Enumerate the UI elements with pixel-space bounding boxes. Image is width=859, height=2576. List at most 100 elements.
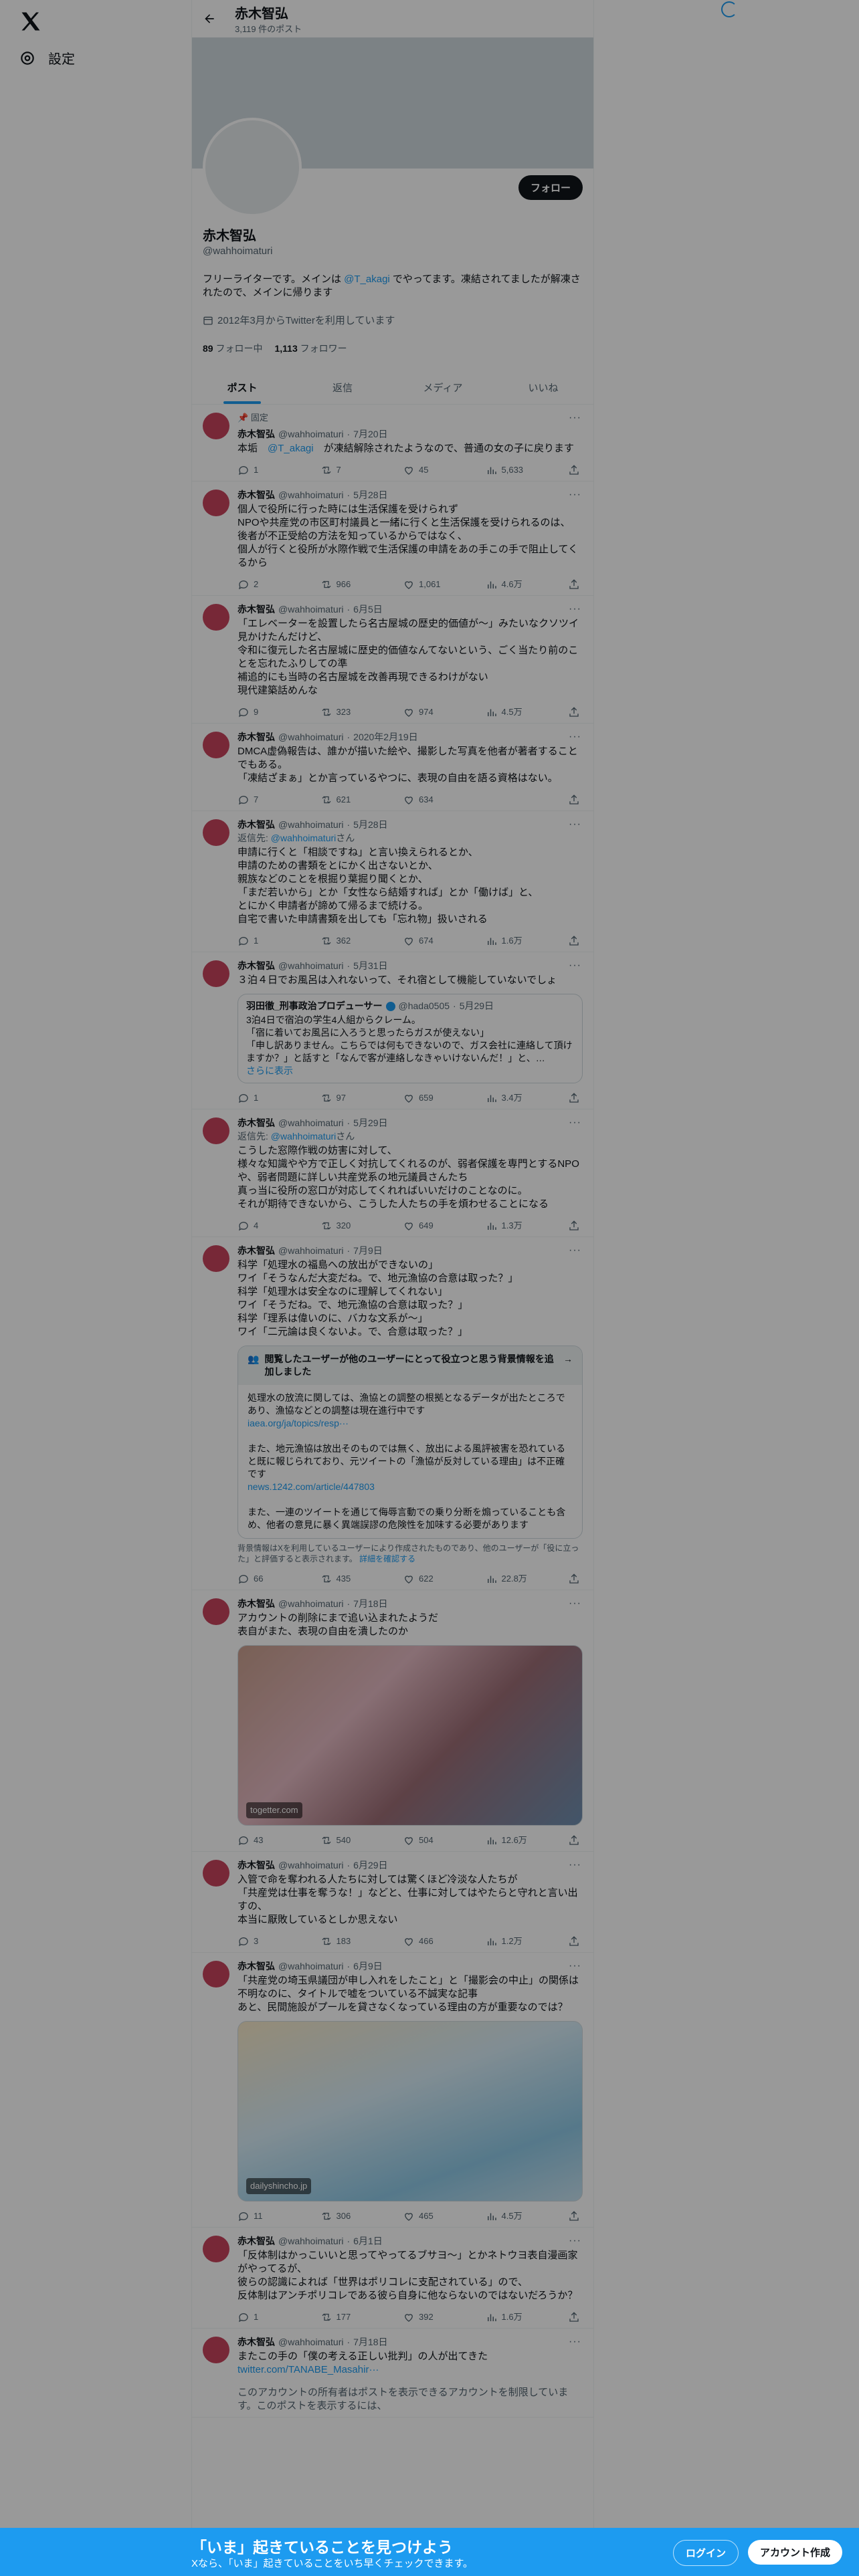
views-button[interactable]: 4.5万 bbox=[486, 706, 546, 719]
reply-to-link[interactable]: @wahhoimaturi bbox=[271, 1131, 336, 1142]
tweet-author-handle[interactable]: @wahhoimaturi bbox=[278, 1116, 343, 1130]
tweet[interactable]: ··· 赤木智弘 @wahhoimaturi · 5月28日 返信先: @wahhoima… bbox=[192, 811, 593, 952]
tweet-author-handle[interactable]: @wahhoimaturi bbox=[278, 818, 343, 831]
reply-button[interactable]: 9 bbox=[237, 706, 298, 719]
tweet-author-name[interactable]: 赤木智弘 bbox=[237, 818, 275, 831]
reply-button[interactable]: 1 bbox=[237, 463, 298, 477]
tweet-author-name[interactable]: 赤木智弘 bbox=[237, 488, 275, 502]
retweet-button[interactable]: 320 bbox=[320, 1219, 381, 1232]
quote-tweet[interactable]: 羽田徹_刑事政治プロデューサー @hada0505 · 5月29日 3泊4日で宿泊の学生… bbox=[237, 994, 583, 1083]
reply-to-link[interactable]: @wahhoimaturi bbox=[271, 833, 336, 843]
more-icon[interactable]: ··· bbox=[569, 411, 581, 425]
tweet[interactable]: ··· 赤木智弘 @wahhoimaturi · 6月1日 「反体制はかっこいいと思ってや… bbox=[192, 2228, 593, 2329]
tweet-link[interactable]: twitter.com/TANABE_Masahir··· bbox=[237, 2363, 583, 2377]
tweet-author-handle[interactable]: @wahhoimaturi bbox=[278, 1858, 343, 1872]
tweet-avatar[interactable] bbox=[203, 413, 229, 439]
tweet-author-handle[interactable]: @wahhoimaturi bbox=[278, 488, 343, 502]
tweet-author-handle[interactable]: @wahhoimaturi bbox=[278, 1597, 343, 1610]
share-button[interactable] bbox=[568, 2311, 580, 2324]
tweet-avatar[interactable] bbox=[203, 604, 229, 631]
more-icon[interactable]: ··· bbox=[569, 603, 581, 616]
like-button[interactable]: 465 bbox=[403, 2210, 463, 2223]
views-button[interactable]: 1.2万 bbox=[486, 1935, 546, 1948]
tweet-author-handle[interactable]: @wahhoimaturi bbox=[278, 959, 343, 972]
reply-button[interactable]: 43 bbox=[237, 1834, 298, 1847]
tweet-avatar[interactable] bbox=[203, 2337, 229, 2363]
like-button[interactable]: 392 bbox=[403, 2311, 463, 2324]
views-button[interactable]: 12.6万 bbox=[486, 1834, 546, 1847]
tweet-author-name[interactable]: 赤木智弘 bbox=[237, 427, 275, 441]
share-button[interactable] bbox=[568, 1935, 580, 1948]
share-button[interactable] bbox=[568, 706, 580, 719]
tweet-date[interactable]: 6月29日 bbox=[353, 1858, 387, 1872]
retweet-button[interactable]: 966 bbox=[320, 578, 381, 591]
more-icon[interactable]: ··· bbox=[569, 818, 581, 831]
tweet-avatar[interactable] bbox=[203, 2236, 229, 2262]
reply-button[interactable]: 66 bbox=[237, 1572, 298, 1586]
tweet-avatar[interactable] bbox=[203, 1860, 229, 1887]
reply-button[interactable]: 3 bbox=[237, 1935, 298, 1948]
tweet-author-handle[interactable]: @wahhoimaturi bbox=[278, 1244, 343, 1257]
tweet-date[interactable]: 7月18日 bbox=[353, 1597, 387, 1610]
tweet-author-handle[interactable]: @wahhoimaturi bbox=[278, 730, 343, 744]
tweet-date[interactable]: 5月28日 bbox=[353, 488, 387, 502]
more-icon[interactable]: ··· bbox=[569, 959, 581, 972]
more-icon[interactable]: ··· bbox=[569, 2234, 581, 2248]
tweet[interactable]: ··· 赤木智弘 @wahhoimaturi · 7月9日 科学「処理水の福島への放出がで… bbox=[192, 1237, 593, 1590]
reply-button[interactable]: 1 bbox=[237, 934, 298, 948]
nav-settings[interactable]: 設定 bbox=[19, 48, 75, 68]
retweet-button[interactable]: 323 bbox=[320, 706, 381, 719]
signup-button[interactable]: アカウント作成 bbox=[748, 2540, 843, 2565]
followers-link[interactable]: 1,113 フォロワー bbox=[274, 342, 347, 355]
retweet-button[interactable]: 362 bbox=[320, 934, 381, 948]
tweet-author-name[interactable]: 赤木智弘 bbox=[237, 2234, 275, 2248]
more-icon[interactable]: ··· bbox=[569, 1244, 581, 1257]
retweet-button[interactable]: 97 bbox=[320, 1091, 381, 1105]
tab-media[interactable]: メディア bbox=[393, 370, 493, 404]
tweet[interactable]: ··· 赤木智弘 @wahhoimaturi · 6月5日 「エレベーターを設置したら名古… bbox=[192, 596, 593, 724]
tweet-author-name[interactable]: 赤木智弘 bbox=[237, 730, 275, 744]
retweet-button[interactable]: 621 bbox=[320, 793, 381, 807]
views-button[interactable]: 1.3万 bbox=[486, 1219, 546, 1232]
tweet-author-handle[interactable]: @wahhoimaturi bbox=[278, 603, 343, 616]
views-button[interactable]: 1.6万 bbox=[486, 2311, 546, 2324]
tweet-date[interactable]: 5月28日 bbox=[353, 818, 387, 831]
tweet-avatar[interactable] bbox=[203, 960, 229, 987]
share-button[interactable] bbox=[568, 1091, 580, 1105]
note-link-2[interactable]: news.1242.com/article/447803 bbox=[248, 1481, 375, 1492]
tweet-mention-link[interactable]: @T_akagi bbox=[268, 443, 314, 454]
reply-button[interactable]: 7 bbox=[237, 793, 298, 807]
share-button[interactable] bbox=[568, 2210, 580, 2223]
following-link[interactable]: 89 フォロー中 bbox=[203, 342, 262, 355]
like-button[interactable]: 466 bbox=[403, 1935, 463, 1948]
retweet-button[interactable]: 306 bbox=[320, 2210, 381, 2223]
tweet[interactable]: ··· 赤木智弘 @wahhoimaturi · 6月29日 入管で命を奪われる人たちに対… bbox=[192, 1852, 593, 1953]
like-button[interactable]: 674 bbox=[403, 934, 463, 948]
more-icon[interactable]: ··· bbox=[569, 1959, 581, 1973]
tweet-author-handle[interactable]: @wahhoimaturi bbox=[278, 427, 343, 441]
tweet-avatar[interactable] bbox=[203, 1117, 229, 1144]
tweet-date[interactable]: 5月31日 bbox=[353, 959, 387, 972]
share-button[interactable] bbox=[568, 463, 580, 477]
tweet-author-name[interactable]: 赤木智弘 bbox=[237, 1959, 275, 1973]
views-button[interactable] bbox=[486, 793, 546, 807]
tweet-avatar[interactable] bbox=[203, 1245, 229, 1272]
views-button[interactable]: 3.4万 bbox=[486, 1091, 546, 1105]
like-button[interactable]: 659 bbox=[403, 1091, 463, 1105]
tweet-author-name[interactable]: 赤木智弘 bbox=[237, 1597, 275, 1610]
tweet-media-image[interactable]: togetter.com bbox=[237, 1645, 583, 1826]
back-arrow-icon[interactable] bbox=[203, 12, 216, 25]
arrow-right-icon[interactable]: → bbox=[563, 1353, 573, 1378]
bio-mention-link[interactable]: @T_akagi bbox=[344, 274, 390, 285]
tweet-author-name[interactable]: 赤木智弘 bbox=[237, 1116, 275, 1130]
note-details-link[interactable]: 詳細を確認する bbox=[359, 1554, 415, 1564]
like-button[interactable]: 622 bbox=[403, 1572, 463, 1586]
share-button[interactable] bbox=[568, 1834, 580, 1847]
tweet-date[interactable]: 6月9日 bbox=[353, 1959, 383, 1973]
tweet-date[interactable]: 7月9日 bbox=[353, 1244, 383, 1257]
tweet[interactable]: ··· 赤木智弘 @wahhoimaturi · 6月9日 「共産党の埼玉県議団が申し入れ… bbox=[192, 1953, 593, 2228]
show-more-link[interactable]: さらに表示 bbox=[246, 1065, 574, 1077]
tweet-author-handle[interactable]: @wahhoimaturi bbox=[278, 2335, 343, 2349]
tab-posts[interactable]: ポスト bbox=[192, 370, 292, 404]
tweet[interactable]: ··· 赤木智弘 @wahhoimaturi · 5月29日 返信先: @wahhoima… bbox=[192, 1109, 593, 1237]
